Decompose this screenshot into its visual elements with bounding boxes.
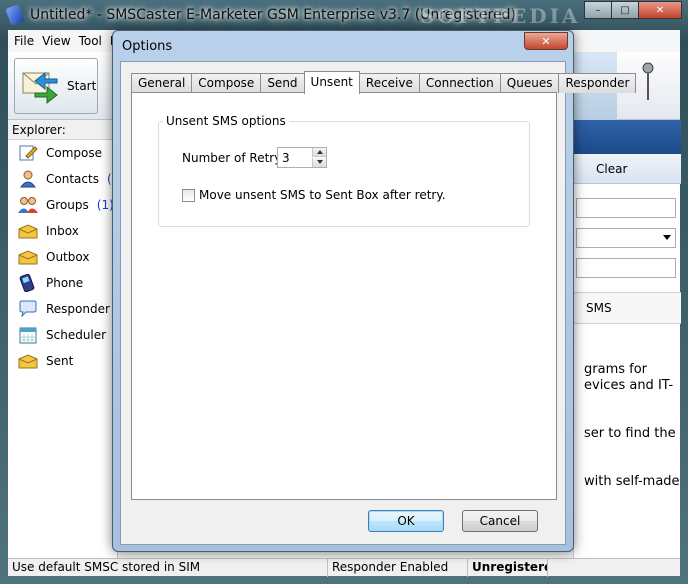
explorer-item-label: Responder <box>46 302 110 316</box>
clear-label: Clear <box>596 162 628 176</box>
explorer-item-label: Compose <box>46 146 103 160</box>
menu-file[interactable]: File <box>10 34 38 48</box>
options-dialog: Options ✕ General Compose Send Unsent Re… <box>112 30 637 552</box>
template-select[interactable] <box>576 228 676 248</box>
explorer-item-label: Groups <box>46 198 89 212</box>
status-responder: Responder Enabled <box>328 559 468 577</box>
explorer-item-responder[interactable]: Responder (I <box>8 296 126 322</box>
status-smsc: Use default SMSC stored in SIM <box>8 559 328 577</box>
unsent-tab-panel: Unsent SMS options Number of Retry: 3 Mo… <box>131 92 557 500</box>
tab-queues[interactable]: Queues <box>499 73 560 93</box>
explorer-item-label: Sent <box>46 354 74 368</box>
explorer-item-outbox[interactable]: Outbox <box>8 244 117 270</box>
tab-receive[interactable]: Receive <box>358 73 420 93</box>
window-controls: – □ ✕ <box>584 1 682 19</box>
phone-icon <box>19 274 35 292</box>
dialog-title: Options <box>122 39 173 54</box>
explorer-item-scheduler[interactable]: Scheduler (R <box>8 322 127 348</box>
tab-unsent[interactable]: Unsent <box>303 71 360 94</box>
message-text-line: ser to find the <box>584 426 676 441</box>
clear-button[interactable]: Clear <box>574 154 681 184</box>
stepper-up-icon[interactable] <box>312 148 326 157</box>
start-button[interactable]: Start <box>14 58 98 114</box>
explorer-item-label: Inbox <box>46 224 79 238</box>
explorer-item-label: Scheduler <box>46 328 107 342</box>
cancel-button[interactable]: Cancel <box>462 510 538 532</box>
start-icon <box>22 71 58 105</box>
move-unsent-checkbox[interactable] <box>182 189 195 202</box>
tab-general[interactable]: General <box>131 73 193 93</box>
options-tabs: General Compose Send Unsent Receive Conn… <box>131 71 637 94</box>
message-text-line: grams for <box>584 362 648 377</box>
message-text-line: with self-made <box>584 474 680 489</box>
explorer-item-contacts[interactable]: Contacts (1 <box>8 166 119 192</box>
app-icon <box>5 4 25 26</box>
title-bar: Untitled* - SMSCaster E-Marketer GSM Ent… <box>0 0 688 30</box>
retry-value: 3 <box>282 151 290 165</box>
responder-icon <box>19 300 37 318</box>
right-pane-header <box>574 120 681 154</box>
move-unsent-label[interactable]: Move unsent SMS to Sent Box after retry. <box>199 188 446 202</box>
explorer-header: Explorer: <box>8 120 117 140</box>
explorer-item-sent[interactable]: Sent <box>8 348 117 374</box>
explorer-item-label: Phone <box>46 276 84 290</box>
menu-view[interactable]: View <box>38 34 74 48</box>
sent-icon <box>18 354 38 369</box>
subject-input[interactable] <box>576 258 676 278</box>
ok-button[interactable]: OK <box>368 510 444 532</box>
minimize-button[interactable]: – <box>584 1 612 19</box>
group-title: Unsent SMS options <box>163 114 289 128</box>
maximize-button[interactable]: □ <box>611 1 639 19</box>
scheduler-icon <box>19 327 37 344</box>
message-text-line: evices and IT- <box>584 378 674 393</box>
explorer-item-compose[interactable]: Compose <box>8 140 117 166</box>
retry-stepper[interactable]: 3 <box>277 147 327 168</box>
minimize-icon: – <box>595 4 601 16</box>
status-registration: Unregistered <box>468 559 548 577</box>
close-icon: ✕ <box>655 4 665 16</box>
maximize-icon: □ <box>620 4 630 16</box>
contacts-icon <box>20 170 36 188</box>
status-bar: Use default SMSC stored in SIM Responder… <box>8 558 680 577</box>
menu-tool[interactable]: Tool <box>75 34 106 48</box>
tab-send[interactable]: Send <box>260 73 305 93</box>
close-icon: ✕ <box>541 34 551 48</box>
tab-connection[interactable]: Connection <box>418 73 501 93</box>
pin-icon[interactable] <box>642 62 654 102</box>
sms-section: SMS <box>574 292 681 324</box>
dialog-body: General Compose Send Unsent Receive Conn… <box>120 61 637 545</box>
recipient-input[interactable] <box>576 198 676 218</box>
tab-compose[interactable]: Compose <box>191 73 262 93</box>
explorer-item-phone[interactable]: Phone <box>8 270 117 296</box>
groups-icon <box>18 197 38 213</box>
retry-label: Number of Retry: <box>182 151 285 165</box>
explorer-item-groups[interactable]: Groups (1) <box>8 192 117 218</box>
start-label: Start <box>67 79 97 93</box>
watermark: SOFTPEDIA <box>420 4 581 28</box>
inbox-icon <box>18 224 38 239</box>
dialog-close-button[interactable]: ✕ <box>524 32 568 50</box>
sms-label: SMS <box>586 301 612 315</box>
explorer-item-inbox[interactable]: Inbox <box>8 218 117 244</box>
explorer-item-label: Outbox <box>46 250 90 264</box>
outbox-icon <box>18 250 38 265</box>
explorer-item-label: Contacts <box>46 172 99 186</box>
chevron-down-icon <box>663 235 671 240</box>
unsent-options-group: Unsent SMS options Number of Retry: 3 Mo… <box>158 114 530 227</box>
compose-icon <box>19 145 38 161</box>
stepper-down-icon[interactable] <box>312 158 326 167</box>
explorer-panel: Explorer: Compose Contacts (1 Groups (1)… <box>8 120 127 560</box>
close-window-button[interactable]: ✕ <box>638 1 682 19</box>
tab-responder[interactable]: Responder <box>558 73 637 93</box>
right-pane: Clear SMS grams for evices and IT- ser t… <box>573 120 681 560</box>
